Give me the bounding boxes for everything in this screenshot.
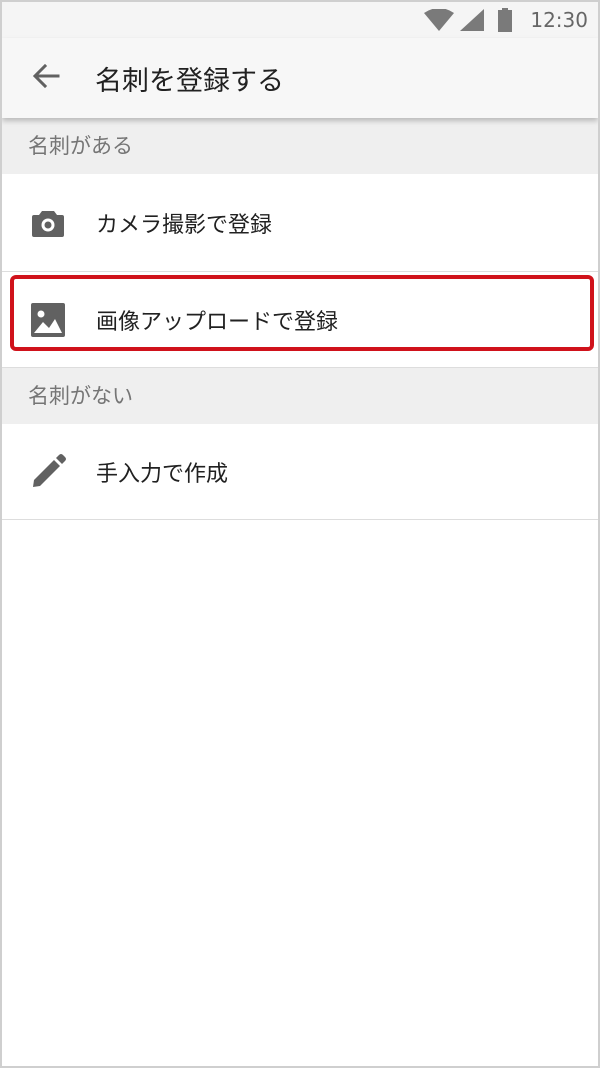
image-upload-register-item[interactable]: 画像アップロードで登録 [2, 272, 598, 368]
screen: 12:30 名刺を登録する 名刺がある カメラ撮影で登録 画像アップロードで登録… [0, 0, 600, 1068]
status-bar: 12:30 [2, 2, 598, 38]
section-header-has-card: 名刺がある [2, 118, 598, 174]
manual-create-label: 手入力で作成 [96, 461, 229, 487]
status-time: 12:30 [530, 8, 588, 32]
camera-register-label: カメラ撮影で登録 [96, 212, 273, 238]
status-icons: 12:30 [424, 8, 588, 32]
cellular-signal-icon [460, 9, 485, 31]
app-bar: 名刺を登録する [2, 38, 598, 118]
manual-create-item[interactable]: 手入力で作成 [2, 424, 598, 520]
image-icon [29, 301, 67, 339]
page-title: 名刺を登録する [95, 66, 284, 97]
arrow-left-icon [32, 63, 60, 92]
wifi-icon [424, 9, 455, 31]
back-button[interactable] [24, 56, 68, 100]
pencil-icon [29, 453, 67, 491]
camera-register-item[interactable]: カメラ撮影で登録 [2, 174, 598, 272]
camera-icon [29, 204, 67, 242]
battery-icon [498, 8, 513, 32]
image-upload-register-label: 画像アップロードで登録 [96, 309, 339, 335]
section-header-no-card: 名刺がない [2, 368, 598, 424]
content: 名刺がある カメラ撮影で登録 画像アップロードで登録 名刺がない 手入力で作成 [2, 118, 598, 520]
